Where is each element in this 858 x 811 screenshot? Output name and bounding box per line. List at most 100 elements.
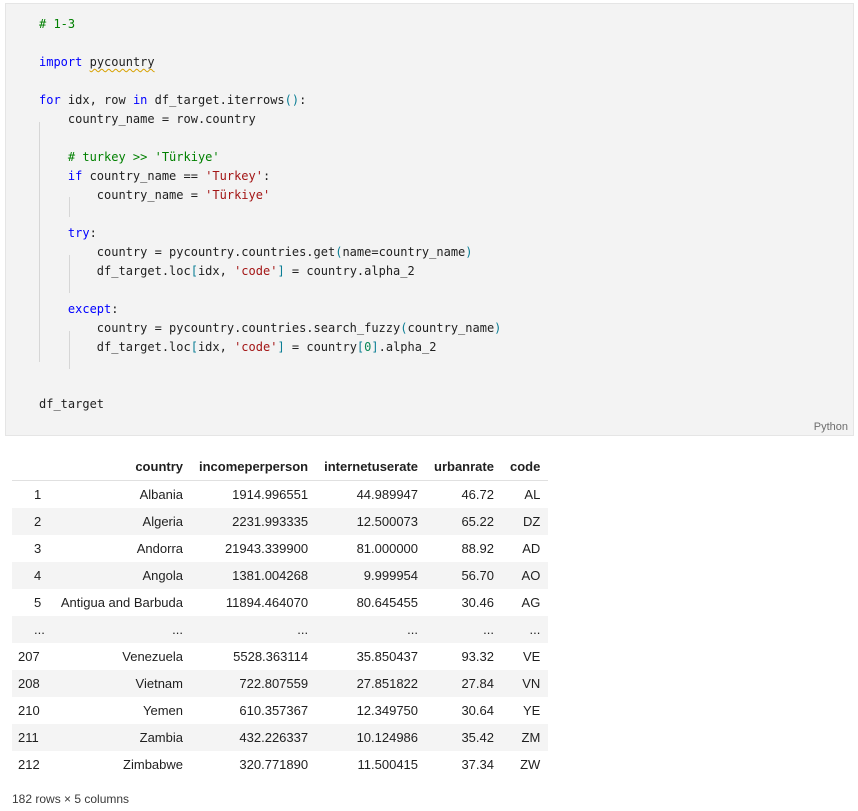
indent-guide xyxy=(69,255,70,293)
row-index-cell: 1 xyxy=(34,487,42,502)
table-cell: 88.92 xyxy=(461,541,494,556)
table-cell: Angola xyxy=(52,562,191,589)
code-token: country_name xyxy=(407,321,495,335)
code-line[interactable] xyxy=(39,72,501,91)
table-cell: AL xyxy=(524,487,541,502)
indent-guide xyxy=(69,197,70,217)
code-line[interactable] xyxy=(39,376,501,395)
code-token: = country xyxy=(284,340,357,354)
code-line[interactable]: try: xyxy=(39,224,501,243)
code-token: pycountry xyxy=(89,55,155,69)
code-line[interactable]: country_name = row.country xyxy=(39,110,501,129)
table-row: 5 Antigua and Barbuda 11894.464070 80.64545… xyxy=(12,589,548,616)
table-cell: 30.64 xyxy=(461,703,494,718)
code-line[interactable] xyxy=(39,205,501,224)
code-token: : xyxy=(262,169,271,183)
column-header: code xyxy=(501,452,549,481)
row-index-cell: 212 xyxy=(18,757,40,772)
code-line[interactable] xyxy=(39,357,501,376)
code-line[interactable]: if country_name == 'Turkey': xyxy=(39,167,501,186)
code-token: () xyxy=(284,93,300,107)
table-cell: 610.357367 xyxy=(239,703,309,718)
code-token: in xyxy=(132,93,148,107)
code-token: 'Türkiye' xyxy=(205,188,271,202)
table-cell: AO xyxy=(501,562,549,589)
code-line[interactable]: country_name = 'Türkiye' xyxy=(39,186,501,205)
column-header: internetuserate xyxy=(316,452,427,481)
code-token: idx, row xyxy=(60,93,133,107)
code-token: country = pycountry.countries.search_fuz… xyxy=(96,321,401,335)
table-cell: DZ xyxy=(501,508,549,535)
table-cell: 27.851822 xyxy=(316,670,427,697)
table-cell: 65.22 xyxy=(426,508,502,535)
table-cell: Venezuela xyxy=(122,649,183,664)
table-cell: 1381.004268 xyxy=(191,562,317,589)
row-index-cell: 5 xyxy=(34,595,42,610)
table-row: 212 Zimbabwe 320.771890 11.500415 37.34 ZW xyxy=(12,751,548,778)
indent-guide xyxy=(39,122,40,362)
code-token: country_name = row.country xyxy=(67,112,256,126)
code-line[interactable]: for idx, row in df_target.iterrows(): xyxy=(39,91,501,110)
code-line[interactable]: # turkey >> 'Türkiye' xyxy=(39,148,501,167)
table-cell: 93.32 xyxy=(461,649,494,664)
code-line[interactable]: country = pycountry.countries.search_fuz… xyxy=(39,319,502,338)
code-token: : xyxy=(89,226,97,240)
table-cell: VN xyxy=(501,670,549,697)
table-cell: 44.989947 xyxy=(356,487,419,502)
table-cell: 320.771890 xyxy=(239,757,309,772)
code-token: = country.alpha_2 xyxy=(284,264,415,278)
code-line[interactable] xyxy=(39,281,501,300)
code-token: country_name == xyxy=(82,169,206,183)
table-cell: 21943.339900 xyxy=(224,541,309,556)
code-token: [ xyxy=(190,340,198,354)
code-token: try xyxy=(67,226,90,240)
table-cell: 27.84 xyxy=(426,670,502,697)
table-cell: 2231.993335 xyxy=(191,508,317,535)
code-token: df_target.iterrows xyxy=(147,93,285,107)
table-cell: 432.226337 xyxy=(191,724,317,751)
table-row: 4 Angola 1381.004268 9.999954 56.70 AO xyxy=(12,562,549,589)
table-cell: 80.645455 xyxy=(356,595,419,610)
code-token: if xyxy=(67,169,83,183)
table-cell: 37.34 xyxy=(461,757,494,772)
table-row: .................. xyxy=(12,616,549,643)
code-line[interactable] xyxy=(39,34,501,53)
table-cell: Antigua and Barbuda xyxy=(60,595,183,610)
table-cell: ... xyxy=(316,616,427,643)
table-cell: YE xyxy=(522,703,541,718)
table-cell: 81.000000 xyxy=(356,541,419,556)
code-line[interactable]: df_target.loc[idx, 'code'] = country.alp… xyxy=(39,262,501,281)
table-cell: Algeria xyxy=(52,508,191,535)
cell-language-label[interactable]: Python xyxy=(814,421,848,433)
table-row: 3 Andorra 21943.339900 81.000000 88.92 AD xyxy=(12,535,548,562)
code-editor[interactable]: # 1-3 import pycountry for idx, row in df_… xyxy=(39,15,501,414)
row-index-cell: 211 xyxy=(12,724,53,751)
code-line[interactable]: df_target.loc[idx, 'code'] = country[0].… xyxy=(39,338,501,357)
code-line[interactable]: df_target xyxy=(39,395,501,414)
code-token: : xyxy=(111,302,119,316)
column-header: incomeperperson xyxy=(191,452,317,481)
table-cell: AG xyxy=(521,595,541,610)
code-token: country = pycountry.countries.get xyxy=(96,245,336,259)
table-cell: 46.72 xyxy=(461,487,494,502)
table-cell: 35.850437 xyxy=(356,649,419,664)
row-index-cell: 2 xyxy=(12,508,53,535)
table-cell: ... xyxy=(501,616,549,643)
code-token: ] xyxy=(277,340,285,354)
code-token: df_target.loc xyxy=(96,340,191,354)
table-cell: 11894.464070 xyxy=(225,595,309,610)
code-line[interactable]: except: xyxy=(39,300,501,319)
table-cell: 30.46 xyxy=(461,595,494,610)
code-line[interactable]: import pycountry xyxy=(39,53,501,72)
table-cell: ... xyxy=(191,616,317,643)
code-line[interactable] xyxy=(39,129,501,148)
row-index-cell: 3 xyxy=(34,541,42,556)
code-line[interactable]: # 1-3 xyxy=(39,15,501,34)
output-dataframe-table: country incomeperperson internetuserate urb… xyxy=(12,452,549,778)
table-cell: Andorra xyxy=(136,541,183,556)
table-cell: Zambia xyxy=(52,724,191,751)
code-token: name=country_name xyxy=(342,245,466,259)
code-cell[interactable]: # 1-3 import pycountry for idx, row in df_… xyxy=(5,3,854,436)
table-cell: 12.500073 xyxy=(316,508,427,535)
code-line[interactable]: country = pycountry.countries.get(name=c… xyxy=(39,243,501,262)
